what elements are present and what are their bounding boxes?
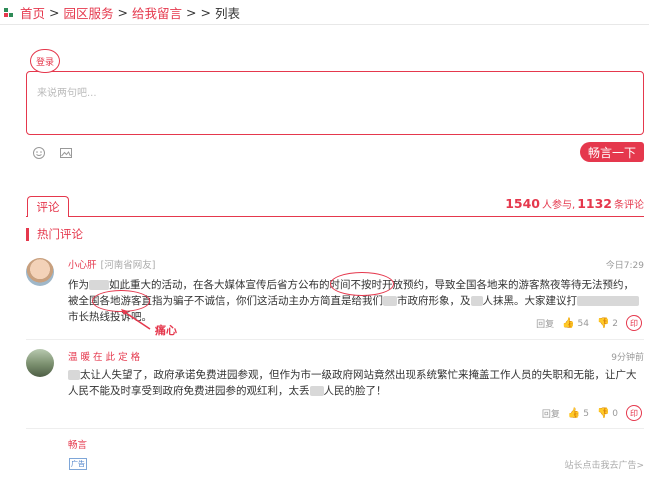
hot-comments-label: 热门评论 — [37, 227, 83, 241]
like-count: 54 — [577, 318, 589, 329]
breadcrumb-current: 列表 — [214, 6, 240, 21]
image-icon[interactable] — [59, 146, 73, 160]
comment-stats: 1540 人参与, 1132 条评论 — [505, 196, 644, 211]
reply-link[interactable]: 回复 — [542, 407, 560, 420]
breadcrumb-separator: > — [200, 5, 211, 20]
ad-badge: 广告 — [69, 458, 87, 470]
breadcrumb-home-link[interactable]: 首页 — [20, 3, 45, 22]
thumbs-up-icon: 👍 — [562, 317, 575, 329]
dislike-count: 0 — [612, 408, 618, 419]
like-count: 5 — [583, 408, 589, 419]
participants-label: 人参与, — [542, 200, 576, 211]
tab-comments[interactable]: 评论 — [27, 196, 69, 217]
comment-input[interactable]: 来说两句吧... — [26, 71, 644, 135]
user-location: [河南省网友] — [100, 260, 156, 271]
comment-divider — [26, 428, 644, 429]
breadcrumb: 首页 > 园区服务 > 给我留言 > > 列表 — [4, 3, 240, 22]
hot-comments-title: 热门评论 — [26, 226, 83, 242]
annotation-label: 痛心 — [155, 324, 177, 337]
highlight-circle — [330, 272, 394, 296]
submit-comment-button[interactable]: 畅言一下 — [580, 142, 644, 162]
comment-actions: 回复 👍 54 👎 2 印 — [536, 315, 642, 331]
tab-underline — [26, 216, 644, 217]
comment-text: 太让人失望了，政府承诺免费进园参观，但作为市一级政府网站竟然出现系统繁忙来掩盖工… — [68, 369, 637, 397]
breadcrumb-park-services-link[interactable]: 园区服务 — [64, 3, 114, 22]
avatar[interactable] — [26, 258, 54, 286]
arrow-icon — [121, 309, 151, 330]
share-button[interactable]: 印 — [626, 405, 642, 421]
breadcrumb-separator: > — [49, 5, 60, 20]
avatar[interactable] — [26, 349, 54, 377]
breadcrumb-separator: > — [186, 5, 197, 20]
ad-username[interactable]: 畅言 — [68, 437, 87, 451]
thumbs-up-icon: 👍 — [567, 407, 581, 419]
comment-placeholder: 来说两句吧... — [37, 88, 97, 99]
comments-label: 条评论 — [614, 200, 644, 211]
comment-time: 9分钟前 — [611, 353, 644, 363]
thumbs-down-icon: 👎 — [596, 407, 610, 419]
breadcrumb-separator: > — [117, 5, 128, 20]
participants-count: 1540 — [505, 196, 541, 211]
header-divider — [0, 24, 649, 25]
smile-icon[interactable] — [32, 146, 46, 160]
dislike-count: 2 — [612, 318, 618, 329]
dislike-button[interactable]: 👎 2 — [597, 318, 618, 329]
ad-link[interactable]: 站长点击我去广告> — [564, 458, 644, 471]
reply-link[interactable]: 回复 — [536, 317, 554, 330]
comment-actions: 回复 👍 5 👎 0 印 — [542, 405, 642, 421]
site-logo-icon — [4, 7, 14, 18]
username-text: 温 暖 在 此 定 格 — [68, 352, 141, 363]
share-button[interactable]: 印 — [626, 315, 642, 331]
comment-time: 今日7:29 — [605, 261, 644, 271]
username-text: 小心肝 — [68, 260, 97, 271]
dislike-button[interactable]: 👎 0 — [597, 408, 618, 419]
thumbs-down-icon: 👎 — [596, 317, 610, 329]
comment-username[interactable]: 小心肝 [河南省网友] — [68, 257, 155, 271]
comment-divider — [26, 339, 644, 340]
breadcrumb-leave-message-link[interactable]: 给我留言 — [132, 3, 182, 22]
like-button[interactable]: 👍 5 — [568, 408, 589, 419]
login-button[interactable]: 登录 — [30, 49, 60, 73]
comment-username[interactable]: 温 暖 在 此 定 格 — [68, 349, 140, 363]
comments-count: 1132 — [577, 196, 612, 211]
like-button[interactable]: 👍 54 — [562, 318, 589, 329]
